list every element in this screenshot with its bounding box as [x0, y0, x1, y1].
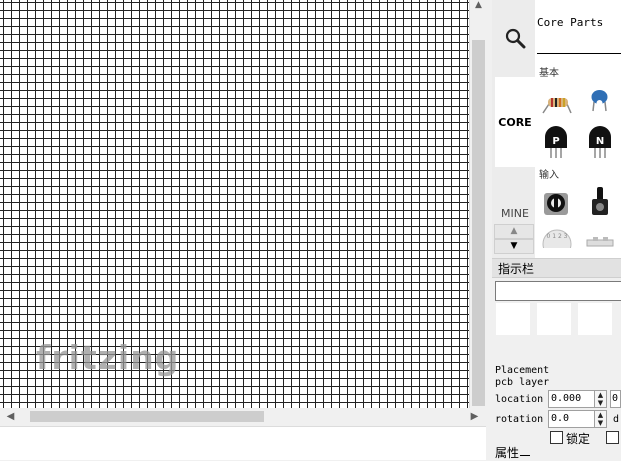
inspector-panel: 指示栏 Placement pcb layer location 0.000 ▲…: [492, 258, 621, 460]
part-slide-potentiometer[interactable]: [585, 185, 615, 215]
location-label: location: [495, 394, 544, 405]
tab-mine[interactable]: MINE: [495, 168, 535, 224]
pnp-transistor-icon: P: [545, 126, 567, 158]
parts-bin-title: Core Parts: [537, 16, 604, 29]
part-npn-transistor[interactable]: N: [585, 125, 615, 158]
location-x-field[interactable]: 0.000: [548, 390, 596, 408]
parts-bin-tabs: CORE MINE ▲ ▼: [492, 0, 535, 258]
location-x-stepper[interactable]: ▲ ▼: [594, 390, 607, 408]
resistor-icon: [542, 98, 572, 114]
slide-potentiometer-icon: [592, 187, 608, 215]
part-rotary-encoder[interactable]: 0 1 2 3: [541, 228, 572, 259]
rotation-field[interactable]: 0.0: [548, 410, 596, 428]
lock-checkbox[interactable]: [550, 431, 563, 444]
pnp-mark: P: [552, 136, 559, 147]
breadboard-preview: [496, 303, 530, 335]
rotation-stepper[interactable]: ▲ ▼: [594, 410, 607, 428]
rotary-encoder-icon: 0 1 2 3: [542, 229, 572, 259]
scroll-right-arrow-icon[interactable]: ▶: [467, 408, 482, 425]
part-resistor[interactable]: [541, 89, 572, 119]
rotation-label: rotation: [495, 414, 544, 425]
ceramic-capacitor-icon: [591, 90, 608, 112]
npn-mark: N: [596, 136, 604, 147]
scroll-left-arrow-icon[interactable]: ◀: [3, 408, 18, 425]
vertical-scroll-thumb[interactable]: [472, 40, 485, 406]
properties-label: 属性: [495, 446, 520, 460]
tab-search[interactable]: [495, 0, 535, 76]
placement-label: Placement: [495, 365, 550, 376]
pcb-preview: [578, 303, 612, 335]
parts-bin: CORE MINE ▲ ▼ Core Parts 基本 P N 输入 0 1 2…: [492, 0, 621, 259]
lock-label: 锁定: [566, 432, 591, 446]
sticky-checkbox[interactable]: [606, 431, 619, 444]
schematic-preview: [537, 303, 571, 335]
part-potentiometer[interactable]: [541, 187, 571, 217]
part-ceramic-capacitor[interactable]: [585, 87, 615, 117]
rotation-unit-label: d: [613, 414, 620, 425]
properties-underline: [520, 455, 530, 456]
horizontal-scroll-thumb[interactable]: [30, 411, 264, 422]
status-bar: [0, 426, 486, 460]
tabs-scroll-up-button[interactable]: ▲: [494, 224, 534, 239]
pcb-layer-label: pcb layer: [495, 377, 550, 388]
tabs-scroll-down-button[interactable]: ▼: [494, 239, 534, 254]
location-y-field[interactable]: 0: [610, 390, 621, 408]
search-icon: [505, 28, 526, 49]
vertical-scrollbar[interactable]: ▲: [469, 0, 487, 408]
dip-switch-icon: [586, 237, 614, 247]
inspector-title: 指示栏: [492, 258, 621, 278]
title-divider: [537, 53, 621, 54]
horizontal-scrollbar[interactable]: ◀ ▶: [0, 408, 486, 425]
breadboard-view: fritzing ▲ ◀ ▶: [0, 0, 488, 460]
npn-transistor-icon: N: [589, 126, 611, 158]
scroll-up-arrow-icon[interactable]: ▲: [470, 0, 487, 14]
section-basic: 基本: [539, 68, 559, 79]
part-pnp-transistor[interactable]: P: [541, 125, 571, 158]
svg-text:0 1 2 3: 0 1 2 3: [547, 233, 568, 240]
tab-core[interactable]: CORE: [495, 77, 535, 167]
section-input: 输入: [539, 170, 559, 181]
part-title-field[interactable]: [495, 281, 621, 301]
fritzing-watermark: fritzing: [36, 338, 180, 377]
potentiometer-icon: [544, 193, 568, 215]
